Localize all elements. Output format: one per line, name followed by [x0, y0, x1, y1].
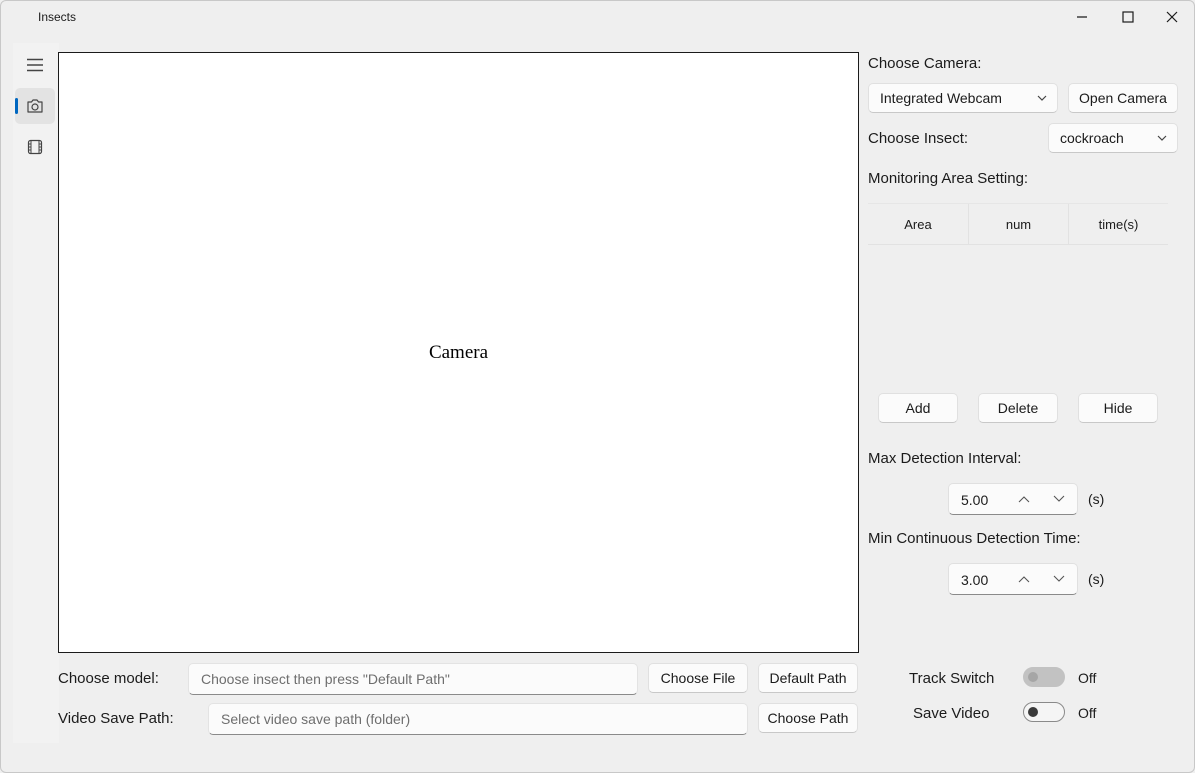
track-switch-toggle[interactable]	[1023, 667, 1065, 687]
column-header-area[interactable]: Area	[868, 204, 968, 244]
camera-view: Camera	[58, 52, 859, 653]
choose-camera-label: Choose Camera:	[868, 55, 982, 72]
min-continuous-detection-value: 3.00	[961, 572, 989, 588]
delete-area-button[interactable]: Delete	[978, 393, 1058, 423]
track-switch-state: Off	[1078, 670, 1097, 686]
insect-select[interactable]: cockroach	[1048, 123, 1178, 153]
menu-icon	[27, 58, 43, 72]
camera-select[interactable]: Integrated Webcam	[868, 83, 1058, 113]
chevron-down-icon	[1157, 135, 1167, 141]
max-detection-interval-value: 5.00	[961, 492, 989, 508]
chevron-down-icon	[1037, 95, 1047, 101]
navigation-rail	[13, 43, 59, 743]
close-icon	[1166, 11, 1178, 23]
title-bar: Insects	[1, 1, 1194, 35]
toggle-knob	[1028, 707, 1038, 717]
save-video-label: Save Video	[913, 705, 990, 722]
model-path-input[interactable]: Choose insect then press "Default Path"	[188, 663, 638, 695]
choose-path-button[interactable]: Choose Path	[758, 703, 858, 733]
max-detection-interval-label: Max Detection Interval:	[868, 450, 1022, 467]
nav-menu-button[interactable]	[15, 47, 55, 83]
chevron-up-icon[interactable]	[1017, 573, 1031, 585]
add-area-button[interactable]: Add	[878, 393, 958, 423]
table-header: Area num time(s)	[868, 203, 1168, 245]
default-path-button[interactable]: Default Path	[758, 663, 858, 693]
minimize-icon	[1077, 16, 1087, 18]
min-continuous-detection-spinbox[interactable]: 3.00	[948, 563, 1078, 595]
column-header-time[interactable]: time(s)	[1068, 204, 1168, 244]
chevron-down-icon[interactable]	[1052, 493, 1066, 505]
open-camera-button[interactable]: Open Camera	[1068, 83, 1178, 113]
max-interval-unit: (s)	[1088, 491, 1105, 507]
app-window: Insects Camera Choose Camera: Integrated…	[0, 0, 1195, 773]
video-save-path-input[interactable]: Select video save path (folder)	[208, 703, 748, 735]
window-title: Insects	[38, 10, 77, 24]
chevron-up-icon[interactable]	[1017, 493, 1031, 505]
active-indicator	[15, 98, 18, 114]
choose-file-button[interactable]: Choose File	[648, 663, 748, 693]
nav-video-button[interactable]	[15, 129, 55, 165]
chevron-down-icon[interactable]	[1052, 573, 1066, 585]
monitoring-area-table[interactable]: Area num time(s)	[868, 203, 1168, 383]
camera-select-value: Integrated Webcam	[880, 90, 1002, 106]
max-detection-interval-spinbox[interactable]: 5.00	[948, 483, 1078, 515]
close-button[interactable]	[1149, 1, 1194, 33]
maximize-button[interactable]	[1105, 1, 1151, 33]
video-save-path-label: Video Save Path:	[58, 710, 174, 727]
film-icon	[27, 139, 43, 155]
nav-camera-button[interactable]	[15, 88, 55, 124]
hide-area-button[interactable]: Hide	[1078, 393, 1158, 423]
choose-insect-label: Choose Insect:	[868, 130, 969, 147]
track-switch-label: Track Switch	[909, 670, 995, 687]
column-header-num[interactable]: num	[968, 204, 1068, 244]
insect-select-value: cockroach	[1060, 130, 1124, 146]
minimize-button[interactable]	[1059, 1, 1105, 33]
min-continuous-unit: (s)	[1088, 571, 1105, 587]
monitoring-area-label: Monitoring Area Setting:	[868, 170, 1029, 187]
min-continuous-detection-label: Min Continuous Detection Time:	[868, 530, 1081, 547]
save-video-state: Off	[1078, 705, 1097, 721]
choose-model-label: Choose model:	[58, 670, 159, 687]
maximize-icon	[1122, 11, 1134, 23]
toggle-knob	[1028, 672, 1038, 682]
save-video-toggle[interactable]	[1023, 702, 1065, 722]
camera-placeholder-label: Camera	[428, 341, 489, 363]
camera-icon	[27, 99, 43, 113]
